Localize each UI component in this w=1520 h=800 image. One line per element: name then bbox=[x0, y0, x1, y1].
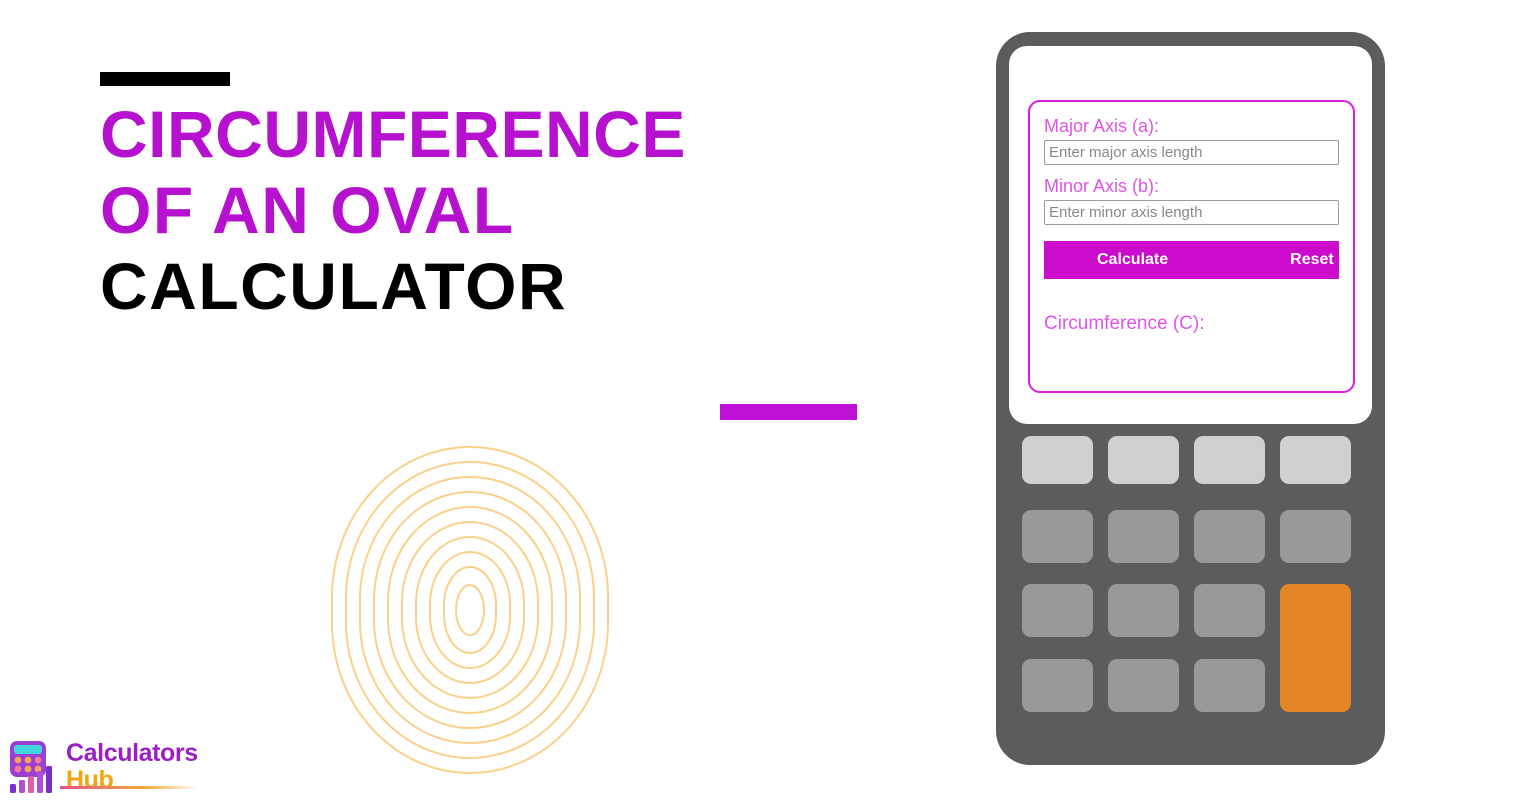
minor-axis-input[interactable] bbox=[1044, 200, 1339, 225]
keypad-key-r4c2[interactable] bbox=[1108, 659, 1179, 712]
concentric-oval-rings-icon bbox=[330, 445, 610, 775]
keypad-key-r3c3[interactable] bbox=[1194, 584, 1265, 637]
circumference-calculator-panel: Major Axis (a): Minor Axis (b): Calculat… bbox=[1028, 100, 1355, 393]
page-title-line-3: Calculator bbox=[100, 249, 568, 323]
keypad-key-r2c4[interactable] bbox=[1280, 510, 1351, 563]
keypad-key-r1c1[interactable] bbox=[1022, 436, 1093, 484]
action-button-bar: Calculate Reset bbox=[1044, 241, 1339, 279]
keypad-key-r3c2[interactable] bbox=[1108, 584, 1179, 637]
page-title-line-2: of an Oval bbox=[100, 173, 515, 247]
hero-section: Circumference of an Oval Calculator bbox=[0, 0, 960, 800]
keypad-key-r3c1[interactable] bbox=[1022, 584, 1093, 637]
device-screen: Major Axis (a): Minor Axis (b): Calculat… bbox=[1009, 46, 1372, 424]
brand-word-primary: Calculators bbox=[66, 739, 198, 767]
page-title: Circumference of an Oval Calculator bbox=[100, 96, 940, 324]
calculator-bars-logo-icon bbox=[8, 740, 60, 794]
circumference-result-label: Circumference (C): bbox=[1044, 313, 1205, 334]
keypad-key-r4c1[interactable] bbox=[1022, 659, 1093, 712]
brand-logo-underline bbox=[60, 786, 200, 789]
keypad-key-r1c2[interactable] bbox=[1108, 436, 1179, 484]
keypad-key-equals-accent[interactable] bbox=[1280, 584, 1351, 712]
keypad-key-r1c4[interactable] bbox=[1280, 436, 1351, 484]
major-axis-label: Major Axis (a): bbox=[1044, 116, 1160, 136]
minor-axis-label: Minor Axis (b): bbox=[1044, 176, 1160, 196]
major-axis-field-group: Major Axis (a): bbox=[1044, 115, 1339, 165]
reset-button[interactable]: Reset bbox=[1290, 251, 1334, 269]
keypad-key-r2c1[interactable] bbox=[1022, 510, 1093, 563]
calculate-button[interactable]: Calculate bbox=[1097, 251, 1168, 269]
keypad-key-r1c3[interactable] bbox=[1194, 436, 1265, 484]
brand-word-secondary: Hub bbox=[66, 766, 114, 794]
keypad-key-r2c2[interactable] bbox=[1108, 510, 1179, 563]
major-axis-input[interactable] bbox=[1044, 140, 1339, 165]
bottom-rule-accent bbox=[720, 404, 857, 420]
page-title-line-1: Circumference bbox=[100, 97, 686, 171]
calculator-device-frame: Major Axis (a): Minor Axis (b): Calculat… bbox=[996, 32, 1385, 765]
device-keypad bbox=[1022, 436, 1364, 746]
keypad-key-r2c3[interactable] bbox=[1194, 510, 1265, 563]
keypad-key-r4c3[interactable] bbox=[1194, 659, 1265, 712]
top-rule-accent bbox=[100, 72, 230, 86]
minor-axis-field-group: Minor Axis (b): bbox=[1044, 175, 1339, 225]
